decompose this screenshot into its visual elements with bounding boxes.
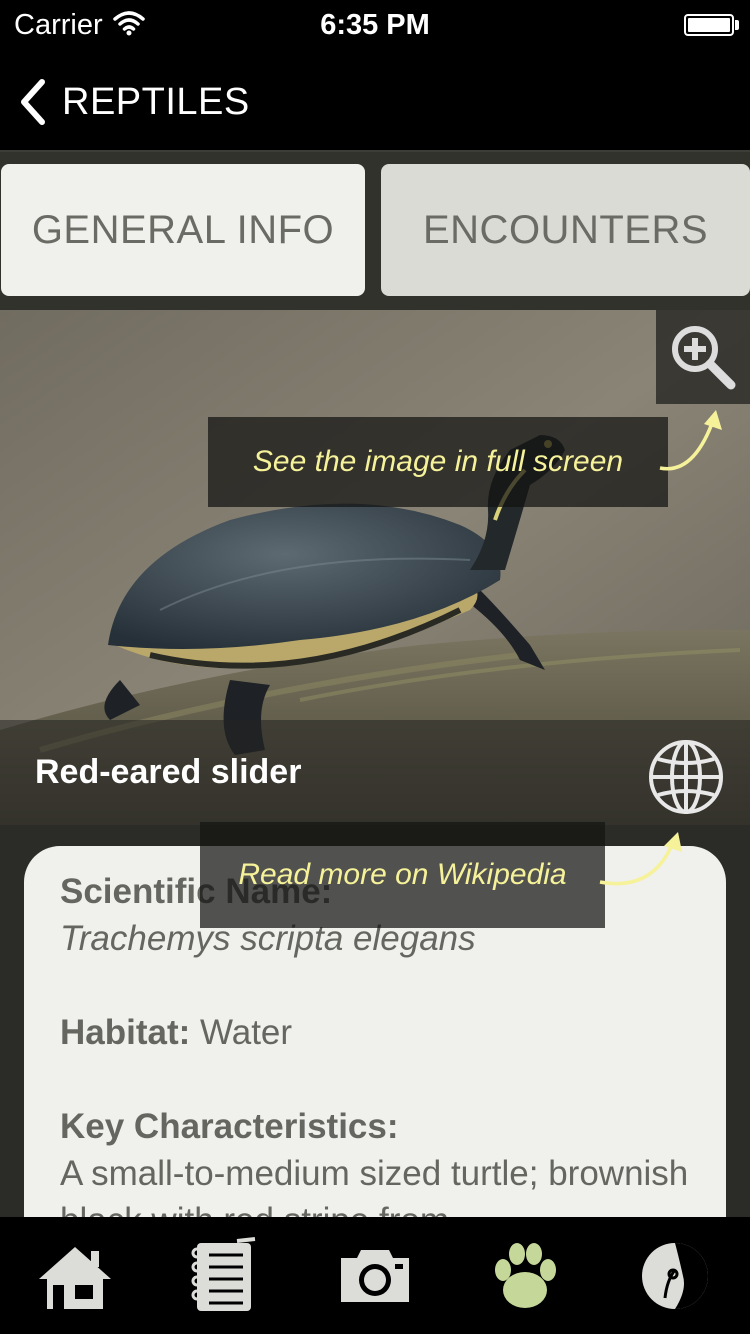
status-bar: Carrier 6:35 PM	[0, 0, 750, 52]
habitat-value: Water	[190, 1013, 293, 1052]
animal-name: Red-eared slider	[35, 753, 302, 791]
tab-camera[interactable]	[300, 1217, 450, 1334]
tab-encounters[interactable]: ENCOUNTERS	[381, 164, 750, 296]
key-characteristics-label: Key Characteristics:	[60, 1107, 399, 1146]
paw-icon	[495, 1242, 556, 1308]
nav-bar: REPTILES	[0, 52, 750, 152]
tab-about[interactable]	[600, 1217, 750, 1334]
wikipedia-hint-text: Read more on Wikipedia	[238, 858, 567, 891]
fullscreen-hint: See the image in full screen	[208, 417, 668, 507]
logo-icon	[642, 1242, 708, 1309]
bottom-tab-bar	[0, 1217, 750, 1334]
back-label: REPTILES	[62, 80, 250, 123]
zoom-in-icon	[672, 326, 736, 390]
notebook-icon	[191, 1236, 256, 1311]
home-icon	[39, 1246, 111, 1309]
zoom-button[interactable]	[656, 310, 750, 404]
globe-icon[interactable]	[646, 737, 726, 817]
tab-notebook[interactable]	[150, 1217, 300, 1334]
wikipedia-hint: Read more on Wikipedia	[200, 822, 605, 928]
camera-icon	[341, 1249, 409, 1302]
habitat-label: Habitat:	[60, 1013, 191, 1052]
battery-nub	[735, 20, 739, 30]
fullscreen-hint-arrow-icon	[659, 410, 722, 471]
tab-animals[interactable]	[450, 1217, 600, 1334]
segment-tabs: GENERAL INFO ENCOUNTERS	[0, 152, 750, 310]
battery-icon	[684, 14, 734, 36]
animal-name-bar: Red-eared slider	[0, 720, 750, 825]
chevron-left-icon	[21, 79, 45, 125]
tab-general-info[interactable]: GENERAL INFO	[1, 164, 365, 296]
back-button[interactable]: REPTILES	[14, 74, 250, 130]
status-time: 6:35 PM	[320, 9, 430, 41]
wikipedia-hint-arrow-icon	[599, 832, 682, 886]
fullscreen-hint-text: See the image in full screen	[252, 445, 624, 478]
tab-home[interactable]	[0, 1217, 150, 1334]
